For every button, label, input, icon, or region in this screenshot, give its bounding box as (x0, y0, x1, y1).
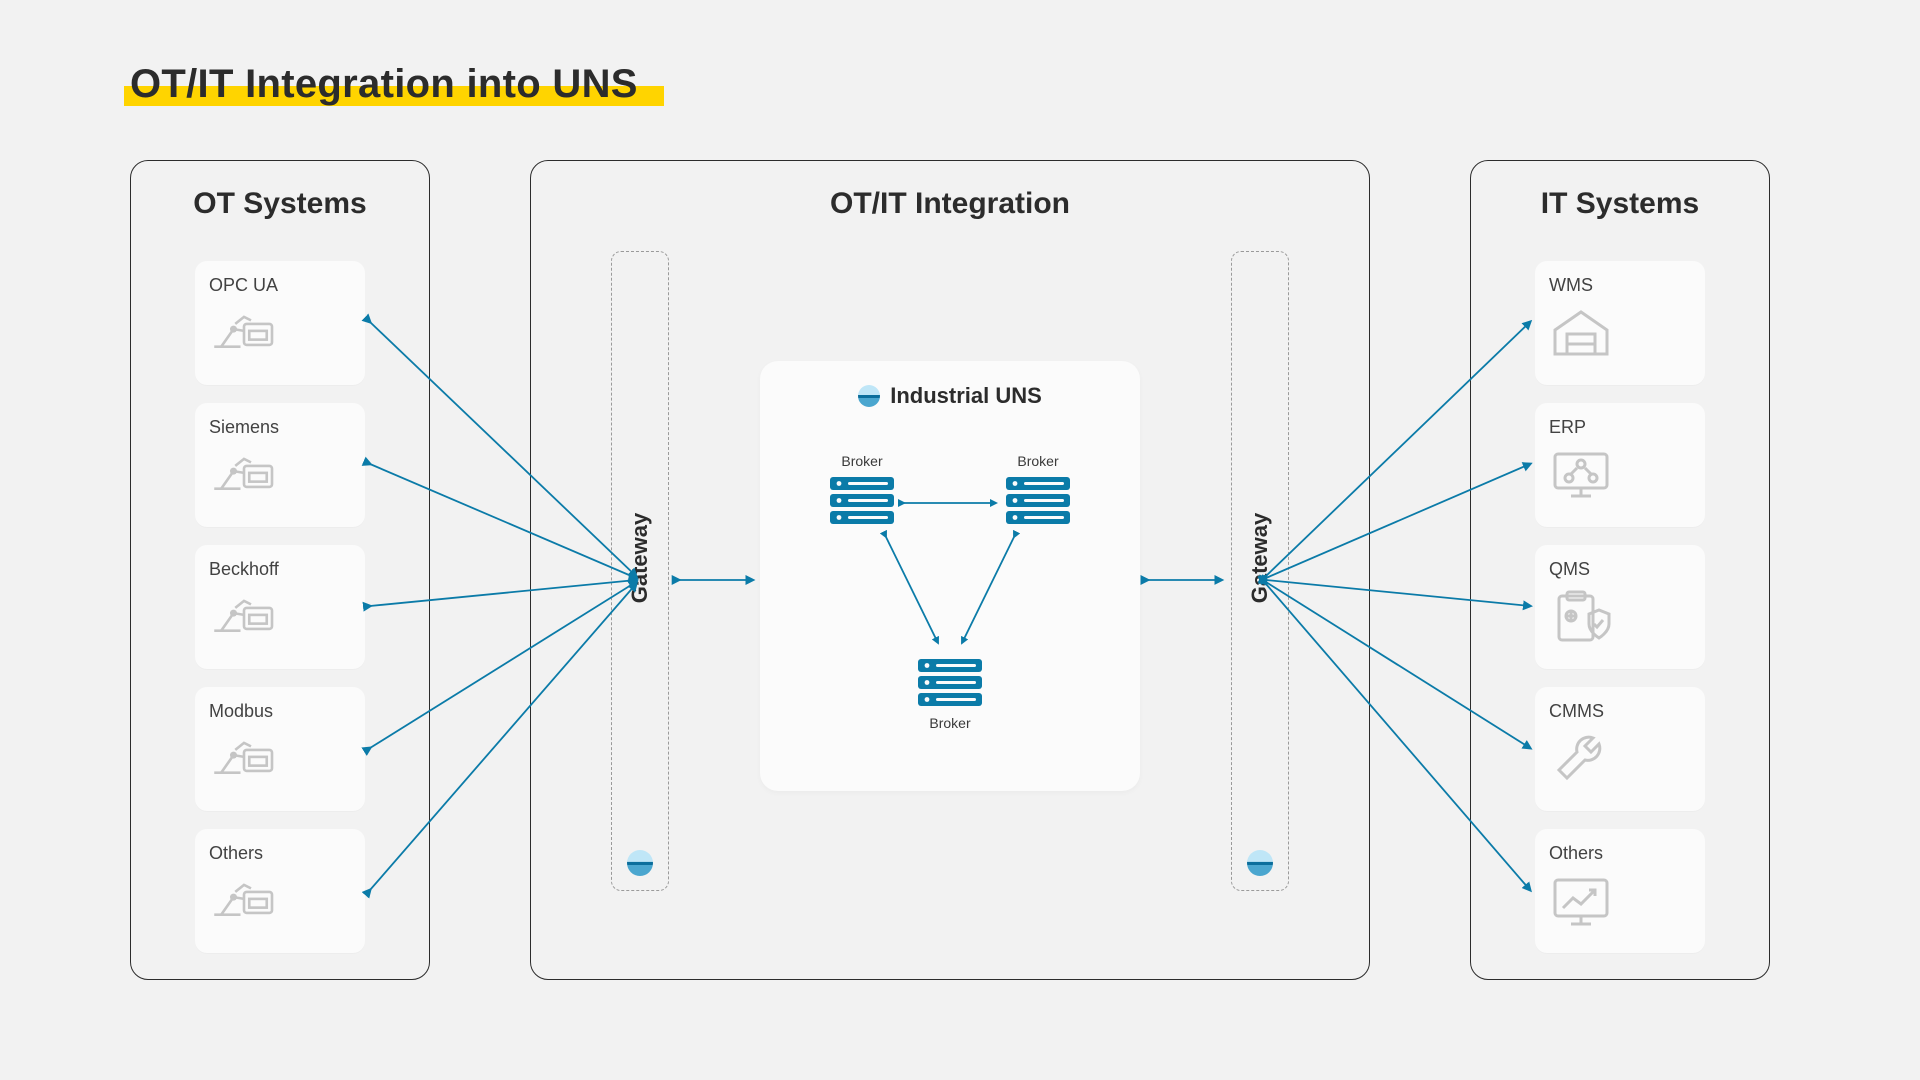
it-stack: WMS ERP QMS CMMS Others (1535, 261, 1705, 953)
it-card-erp: ERP (1535, 403, 1705, 527)
ot-card-others: Others (195, 829, 365, 953)
page-title: OT/IT Integration into UNS (130, 62, 638, 107)
ot-card-siemens: Siemens (195, 403, 365, 527)
ot-card-label: OPC UA (209, 275, 351, 296)
broker-node: Broker (826, 453, 898, 527)
broker-label: Broker (914, 715, 986, 731)
gateway-logo-icon (1247, 850, 1273, 876)
gateway-right: Gateway (1231, 251, 1289, 891)
broker-label: Broker (1002, 453, 1074, 469)
gateway-left: Gateway (611, 251, 669, 891)
broker-cluster: Broker Broker Broker (782, 417, 1118, 747)
clipboard-shield-icon (1549, 588, 1613, 644)
it-card-label: CMMS (1549, 701, 1691, 722)
uns-title: Industrial UNS (890, 383, 1042, 409)
gateway-label: Gateway (1247, 513, 1273, 604)
broker-node: Broker (914, 657, 986, 731)
it-card-label: ERP (1549, 417, 1691, 438)
it-card-others: Others (1535, 829, 1705, 953)
ot-card-label: Modbus (209, 701, 351, 722)
broker-label: Broker (826, 453, 898, 469)
ot-card-label: Beckhoff (209, 559, 351, 580)
panel-ot-systems: OT Systems OPC UA Siemens Beckhoff Modbu… (130, 160, 430, 980)
it-card-qms: QMS (1535, 545, 1705, 669)
monitor-hierarchy-icon (1549, 446, 1613, 502)
uns-logo-icon (858, 385, 880, 407)
warehouse-icon (1549, 304, 1613, 360)
it-card-label: WMS (1549, 275, 1691, 296)
ot-stack: OPC UA Siemens Beckhoff Modbus Others (195, 261, 365, 953)
ot-card-label: Others (209, 843, 351, 864)
server-icon (826, 475, 898, 527)
server-icon (914, 657, 986, 709)
it-card-wms: WMS (1535, 261, 1705, 385)
panel-it-title: IT Systems (1471, 187, 1769, 221)
ot-card-opcua: OPC UA (195, 261, 365, 385)
uns-header: Industrial UNS (782, 383, 1118, 409)
panel-ot-title: OT Systems (131, 187, 429, 221)
ot-card-beckhoff: Beckhoff (195, 545, 365, 669)
it-card-label: QMS (1549, 559, 1691, 580)
industrial-robot-icon (209, 446, 279, 498)
panel-otit-integration: OT/IT Integration Gateway Gateway Indust… (530, 160, 1370, 980)
industrial-robot-icon (209, 730, 279, 782)
server-icon (1002, 475, 1074, 527)
dashboard-chart-icon (1549, 872, 1613, 928)
gateway-label: Gateway (627, 513, 653, 604)
industrial-robot-icon (209, 588, 279, 640)
it-card-cmms: CMMS (1535, 687, 1705, 811)
it-card-label: Others (1549, 843, 1691, 864)
industrial-robot-icon (209, 872, 279, 924)
panel-mid-title: OT/IT Integration (531, 187, 1369, 221)
ot-card-modbus: Modbus (195, 687, 365, 811)
industrial-robot-icon (209, 304, 279, 356)
page-title-wrap: OT/IT Integration into UNS (130, 62, 638, 107)
wrench-icon (1549, 730, 1613, 786)
gateway-logo-icon (627, 850, 653, 876)
ot-card-label: Siemens (209, 417, 351, 438)
broker-node: Broker (1002, 453, 1074, 527)
panel-it-systems: IT Systems WMS ERP QMS CMMS Ot (1470, 160, 1770, 980)
uns-box: Industrial UNS Broker Brok (760, 361, 1140, 791)
